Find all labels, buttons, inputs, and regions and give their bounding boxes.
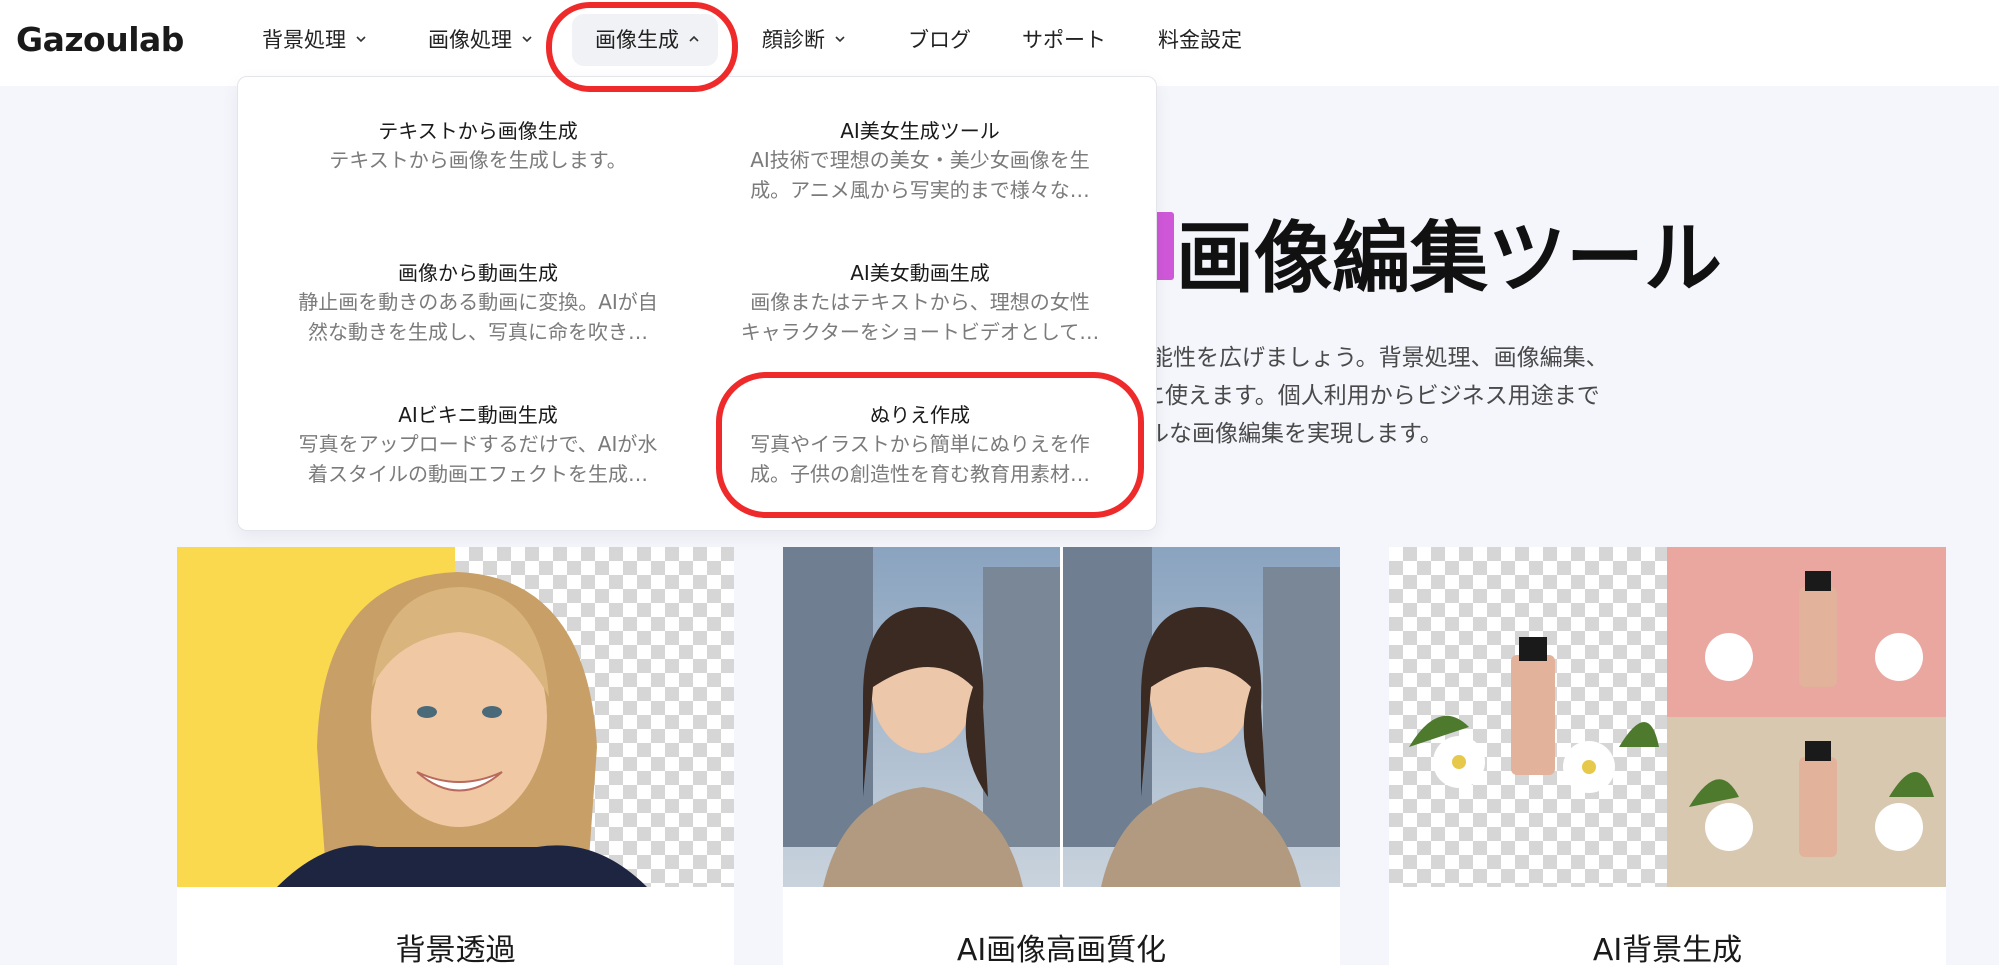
site-logo[interactable]: Gazoulab: [16, 20, 184, 59]
nav-item-label: 画像処理: [428, 28, 512, 52]
highlight-oval-coloring-page: [716, 372, 1144, 518]
nav-item-support[interactable]: サポート: [1022, 24, 1106, 54]
hero-description-line: ルな画像編集を実現します。: [1146, 421, 1443, 447]
menu-item-description: 成。アニメ風から写実的まで様々な…: [750, 178, 1090, 202]
menu-item-description: キャラクターをショートビデオとして…: [740, 320, 1100, 344]
hero-description-line: に使えます。個人利用からビジネス用途まで: [1142, 383, 1600, 409]
chevron-down-icon: [520, 32, 534, 46]
card-image-ai-background: [1389, 547, 1946, 887]
menu-item-description: 然な動きを生成し、写真に命を吹き…: [308, 320, 648, 344]
nav-item-pricing[interactable]: 料金設定: [1158, 24, 1242, 54]
menu-item-description: テキストから画像を生成します。: [329, 148, 627, 172]
nav-item-label: サポート: [1022, 28, 1106, 52]
hero-title: 画像編集ツール: [1176, 214, 1723, 304]
nav-item-blog[interactable]: ブログ: [908, 24, 971, 54]
nav-item-face-diagnosis[interactable]: 顔診断: [762, 24, 847, 54]
menu-item-image-to-video[interactable]: 画像から動画生成 静止画を動きのある動画に変換。AIが自 然な動きを生成し、写真…: [258, 259, 698, 347]
card-title: AI背景生成: [1592, 933, 1743, 965]
nav-item-background-processing[interactable]: 背景処理: [262, 24, 368, 54]
card-image-upscale: [783, 547, 1340, 887]
menu-item-title: テキストから画像生成: [378, 119, 578, 143]
site-header: Gazoulab 背景処理 画像処理 画像生成 顔診断 ブログ サポート 料金設…: [0, 0, 1999, 86]
card-title: AI画像高画質化: [956, 933, 1167, 965]
chevron-down-icon: [833, 32, 847, 46]
nav-item-label: ブログ: [908, 28, 971, 52]
menu-item-title: AI美女動画生成: [850, 261, 990, 285]
chevron-down-icon: [354, 32, 368, 46]
hero-description-line: 能性を広げましょう。背景処理、画像編集、: [1150, 345, 1609, 371]
nav-item-label: 顔診断: [762, 28, 825, 52]
menu-item-description: 写真をアップロードするだけで、AIが水: [298, 432, 658, 456]
feature-card-ai-background[interactable]: AI背景生成: [1389, 547, 1946, 965]
card-image-background-removal: [177, 547, 734, 887]
menu-item-ai-bikini-video[interactable]: AIビキニ動画生成 写真をアップロードするだけで、AIが水 着スタイルの動画エフ…: [258, 401, 698, 489]
menu-item-description: 着スタイルの動画エフェクトを生成…: [308, 462, 648, 486]
menu-item-description: AI技術で理想の美女・美少女画像を生: [750, 148, 1090, 172]
menu-item-ai-beauty-generator[interactable]: AI美女生成ツール AI技術で理想の美女・美少女画像を生 成。アニメ風から写実的…: [700, 117, 1140, 205]
menu-item-description: 画像またはテキストから、理想の女性: [750, 290, 1090, 314]
menu-item-title: AI美女生成ツール: [840, 119, 1000, 143]
card-title: 背景透過: [395, 933, 516, 965]
menu-item-description: 静止画を動きのある動画に変換。AIが自: [298, 290, 658, 314]
feature-card-upscale[interactable]: AI画像高画質化: [783, 547, 1340, 965]
nav-item-label: 背景処理: [262, 28, 346, 52]
nav-item-label: 料金設定: [1158, 28, 1242, 52]
menu-item-title: AIビキニ動画生成: [398, 403, 558, 427]
menu-item-title: 画像から動画生成: [398, 261, 558, 285]
highlight-oval-nav: [546, 2, 738, 92]
nav-item-image-processing[interactable]: 画像処理: [428, 24, 534, 54]
menu-item-ai-beauty-video[interactable]: AI美女動画生成 画像またはテキストから、理想の女性 キャラクターをショートビデ…: [700, 259, 1140, 347]
menu-item-text-to-image[interactable]: テキストから画像生成 テキストから画像を生成します。: [258, 117, 698, 175]
feature-card-background-removal[interactable]: 背景透過: [177, 547, 734, 965]
